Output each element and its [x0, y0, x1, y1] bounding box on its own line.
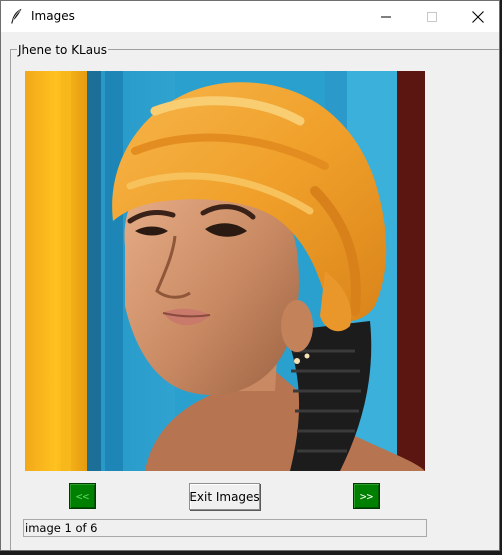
minimize-button[interactable] — [363, 1, 409, 32]
status-label: image 1 of 6 — [23, 519, 427, 537]
close-icon — [472, 10, 484, 23]
next-button[interactable]: >> — [353, 483, 380, 509]
minimize-icon — [381, 16, 391, 17]
title-bar[interactable]: Images — [1, 1, 499, 32]
maximize-button[interactable] — [409, 1, 455, 32]
labelframe-title: Jhene to KLaus — [17, 43, 108, 57]
exit-images-button[interactable]: Exit Images — [189, 483, 260, 510]
portrait-image — [25, 71, 425, 471]
close-button[interactable] — [455, 1, 499, 32]
app-window: Images Jhene to KLaus << Exit Images >> … — [0, 0, 500, 551]
portrait-photo — [25, 71, 425, 471]
feather-icon — [11, 8, 22, 24]
previous-button[interactable]: << — [69, 483, 96, 509]
maximize-icon — [427, 11, 437, 22]
window-title: Images — [31, 9, 75, 23]
